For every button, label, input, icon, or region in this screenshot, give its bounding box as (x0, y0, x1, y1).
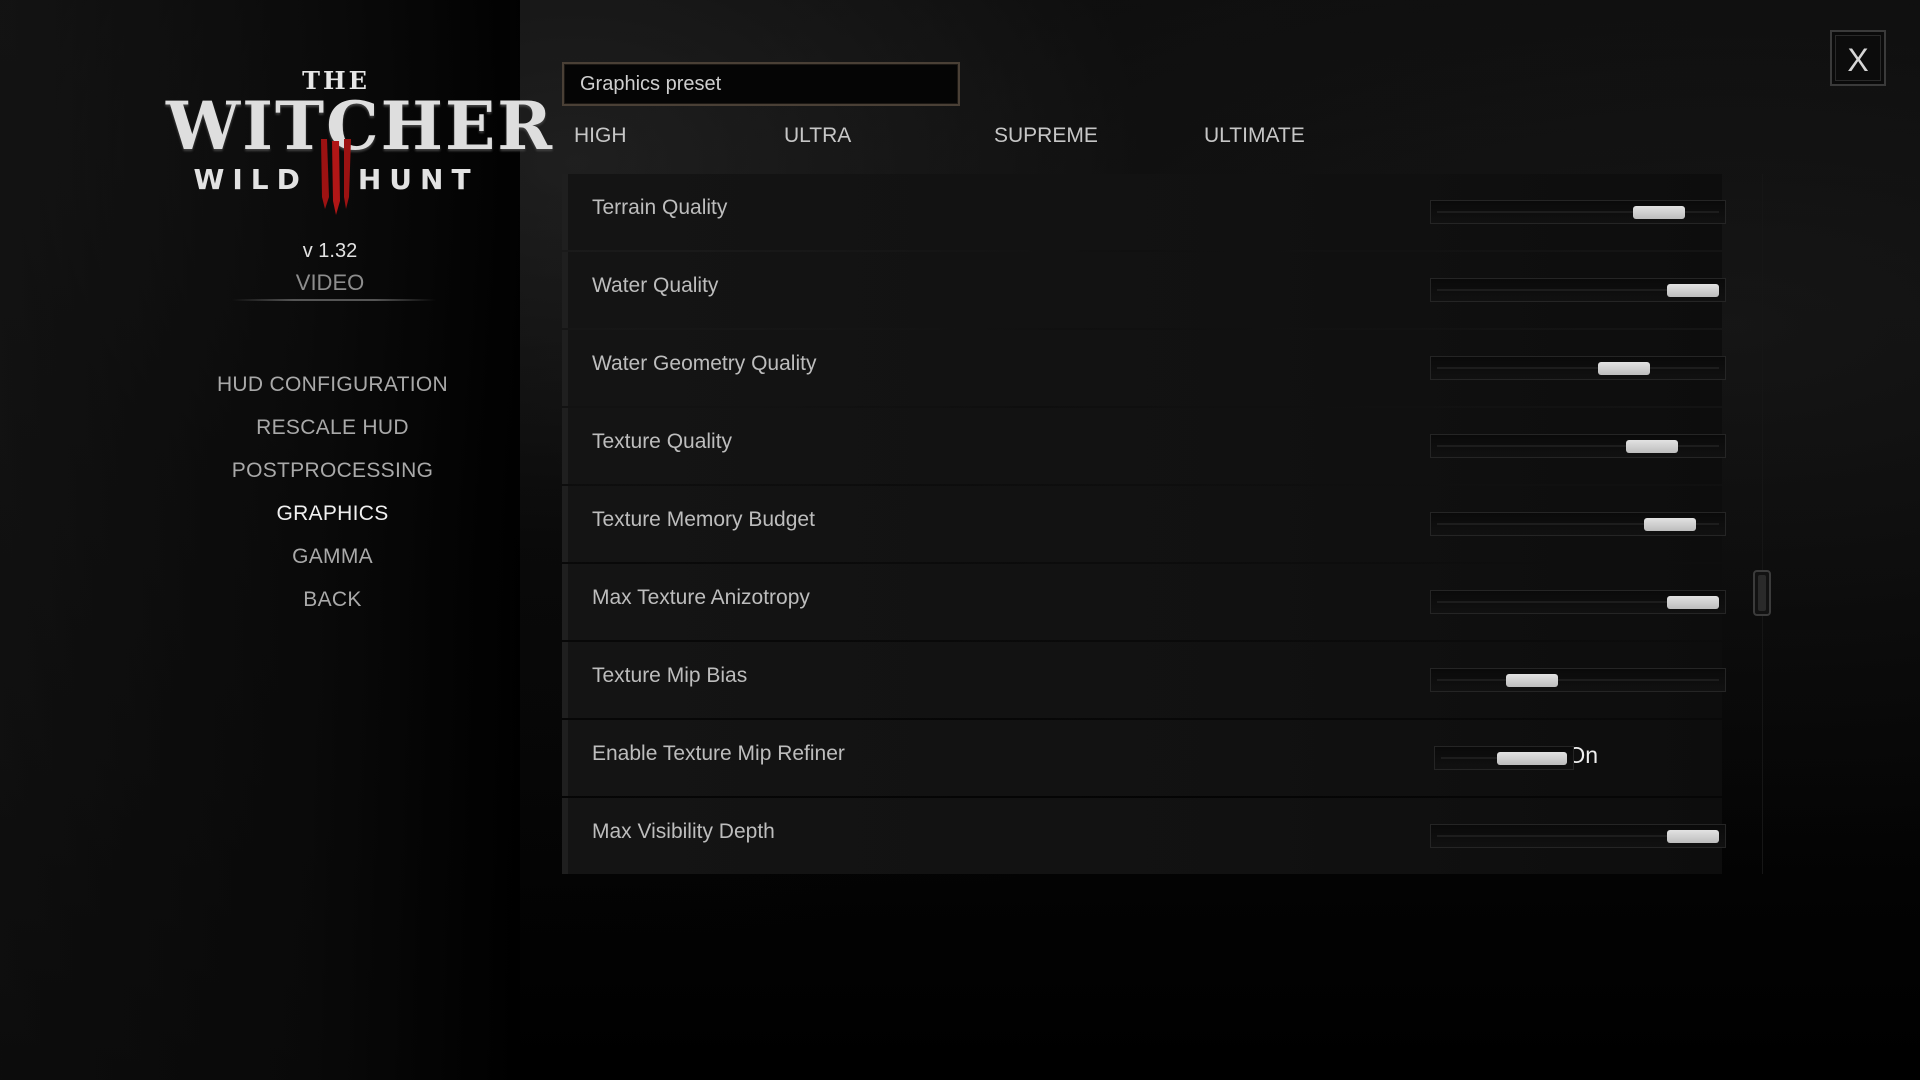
setting-label: Enable Texture Mip Refiner (592, 742, 845, 765)
slider-knob[interactable] (1598, 362, 1650, 375)
setting-slider[interactable] (1430, 200, 1726, 224)
preset-option-supreme[interactable]: SUPREME (994, 124, 1098, 148)
graphics-preset-box[interactable]: Graphics preset (562, 62, 960, 106)
menu-item-graphics[interactable]: GRAPHICS (180, 498, 485, 541)
menu-item-rescale-hud[interactable]: RESCALE HUD (180, 412, 485, 455)
section-title: VIDEO (295, 270, 365, 295)
setting-row-texture-mip-bias[interactable]: Texture Mip Bias -0.5 (562, 642, 1726, 718)
slider-track (1437, 367, 1719, 369)
section-divider (232, 299, 436, 301)
logo-sub-right: HUNT (357, 163, 479, 196)
setting-slider[interactable] (1430, 434, 1726, 458)
video-settings-screen: THE WITCHER WILD HUNT v 1.32 VIDEO HUD CO… (0, 0, 1920, 1080)
version-label: v 1.32 (302, 240, 358, 262)
slider-knob[interactable] (1667, 830, 1719, 843)
settings-list: Terrain Quality Supreme Water Quality Su… (562, 174, 1726, 876)
setting-row-water-geometry-quality[interactable]: Water Geometry Quality 8 (562, 330, 1726, 406)
setting-label: Texture Memory Budget (592, 508, 815, 531)
slider-track (1437, 679, 1719, 681)
setting-row-water-quality[interactable]: Water Quality Supreme (562, 252, 1726, 328)
toggle-knob[interactable] (1497, 752, 1567, 765)
setting-label: Texture Quality (592, 430, 733, 453)
slider-knob[interactable] (1632, 206, 1685, 219)
setting-slider[interactable] (1430, 824, 1726, 848)
setting-slider[interactable] (1430, 512, 1726, 536)
claw-mark-icon (321, 139, 351, 215)
setting-label: Max Texture Anizotropy (592, 586, 810, 609)
slider-knob[interactable] (1625, 440, 1678, 453)
setting-slider[interactable] (1430, 668, 1726, 692)
setting-label: Terrain Quality (592, 196, 728, 219)
menu-item-gamma[interactable]: GAMMA (180, 541, 485, 584)
preset-option-high[interactable]: HIGH (574, 124, 627, 148)
close-button[interactable]: X (1830, 30, 1886, 86)
scrollbar-thumb[interactable] (1753, 570, 1771, 616)
setting-row-texture-quality[interactable]: Texture Quality Supreme (562, 408, 1726, 484)
setting-label: Max Visibility Depth (592, 820, 775, 843)
setting-slider[interactable] (1430, 278, 1726, 302)
left-panel: THE WITCHER WILD HUNT v 1.32 VIDEO HUD CO… (0, 0, 552, 1080)
scrollbar-track (1762, 174, 1763, 874)
setting-row-enable-texture-mip-refiner[interactable]: Enable Texture Mip Refiner On (562, 720, 1722, 796)
close-icon: X (1847, 42, 1869, 78)
setting-label: Water Geometry Quality (592, 352, 817, 375)
logo-subtitle: WILD HUNT (166, 139, 506, 215)
setting-row-texture-memory-budget[interactable]: Texture Memory Budget 4000 (562, 486, 1726, 562)
setting-label: Water Quality (592, 274, 719, 297)
graphics-preset-label: Graphics preset (580, 73, 722, 95)
setting-label: Texture Mip Bias (592, 664, 748, 687)
setting-slider[interactable] (1430, 590, 1726, 614)
witcher-logo: THE WITCHER WILD HUNT (166, 66, 552, 236)
settings-menu: HUD CONFIGURATION RESCALE HUD POSTPROCES… (180, 369, 485, 627)
setting-toggle[interactable] (1434, 746, 1574, 770)
preset-option-ultra[interactable]: ULTRA (784, 124, 851, 148)
preset-option-ultimate[interactable]: ULTIMATE (1204, 124, 1305, 148)
menu-item-hud-configuration[interactable]: HUD CONFIGURATION (180, 369, 485, 412)
logo-sub-left: WILD (193, 163, 308, 196)
setting-row-terrain-quality[interactable]: Terrain Quality Supreme (562, 174, 1726, 250)
slider-knob[interactable] (1667, 596, 1719, 609)
slider-knob[interactable] (1667, 284, 1719, 297)
setting-row-max-texture-anizotropy[interactable]: Max Texture Anizotropy 16 (562, 564, 1726, 640)
setting-row-max-visibility-depth[interactable]: Max Visibility Depth 24 (562, 798, 1726, 874)
menu-item-back[interactable]: BACK (180, 584, 485, 627)
slider-knob[interactable] (1644, 518, 1696, 531)
menu-item-postprocessing[interactable]: POSTPROCESSING (180, 455, 485, 498)
setting-slider[interactable] (1430, 356, 1726, 380)
slider-knob[interactable] (1506, 674, 1558, 687)
